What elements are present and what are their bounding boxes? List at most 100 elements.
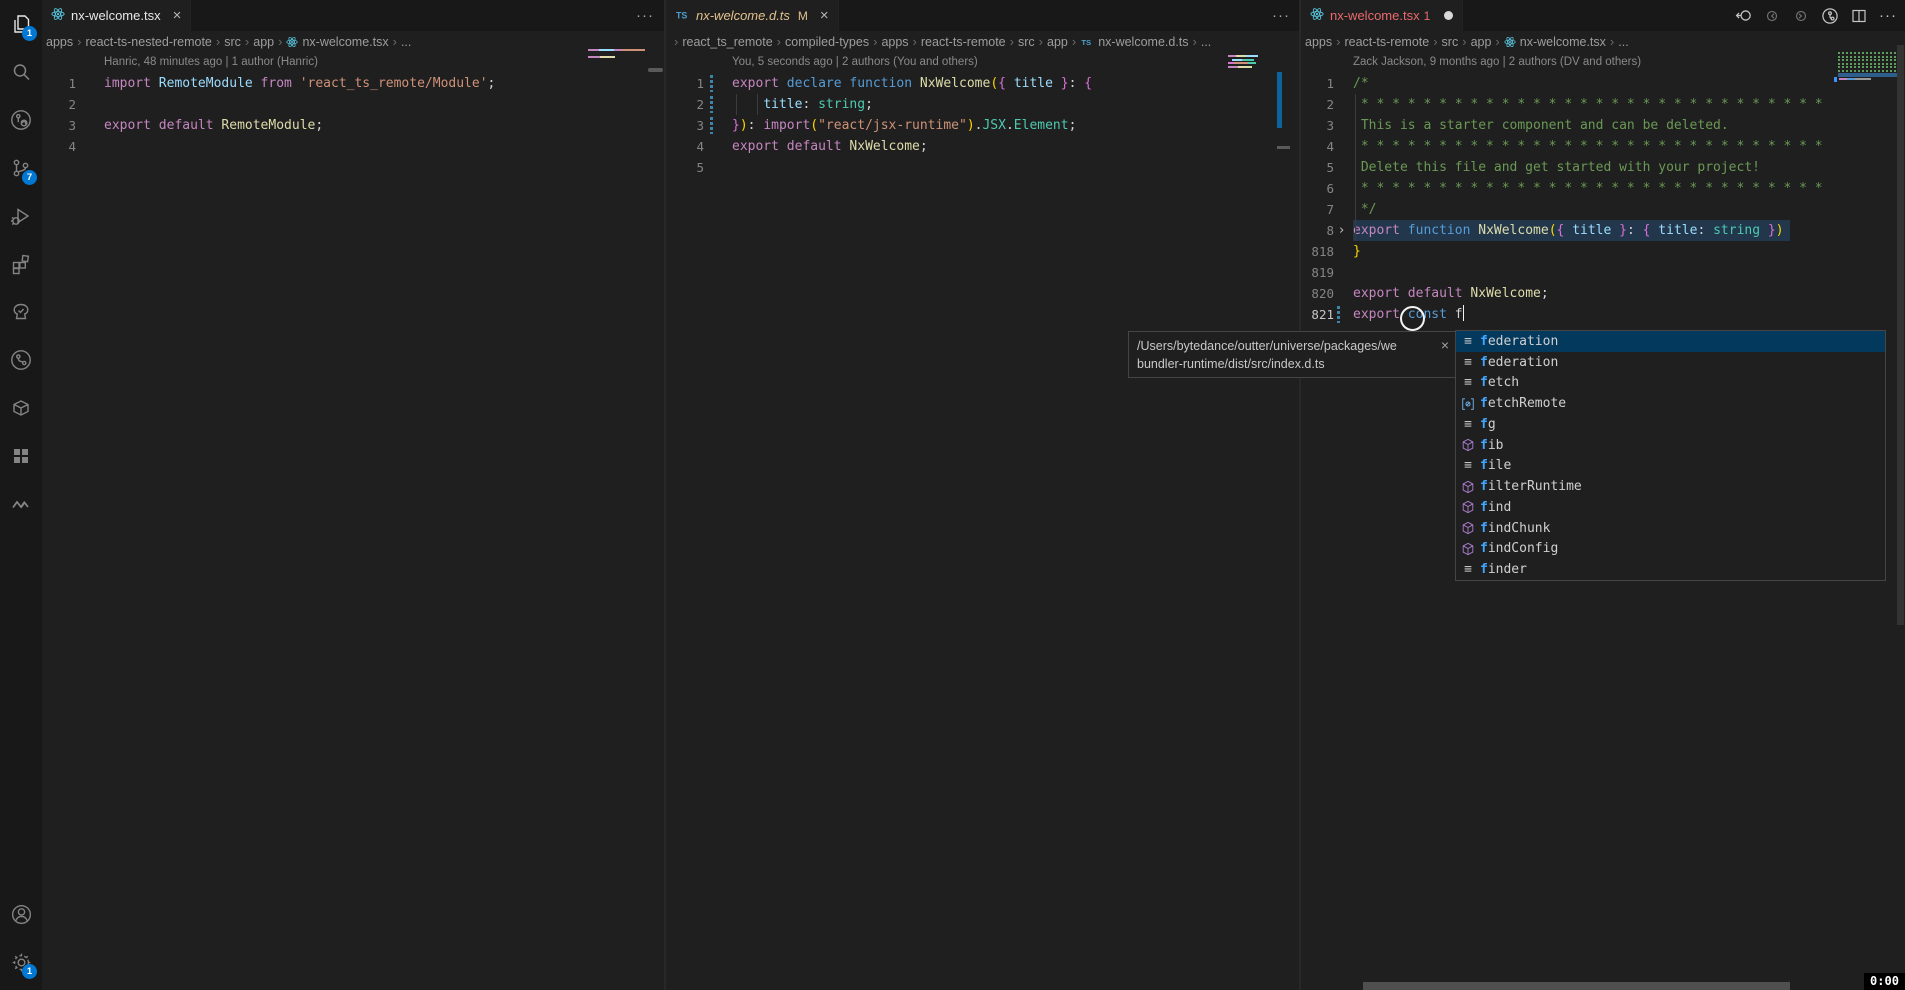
vertical-scrollbar-3[interactable]	[1897, 45, 1904, 625]
breadcrumb-item[interactable]: app	[1471, 35, 1492, 49]
activity-circle-branch-icon[interactable]	[0, 336, 42, 384]
code-line[interactable]: 1export declare function NxWelcome({ tit…	[666, 73, 1300, 94]
suggestion-fetchRemote[interactable]: fetchRemote	[1456, 393, 1885, 414]
blame-codelens[interactable]: Zack Jackson, 9 months ago | 2 authors (…	[1301, 52, 1905, 73]
minimap-2-line[interactable]	[1228, 55, 1258, 57]
breadcrumb-item[interactable]: ...	[401, 35, 411, 49]
nav-back-circle-icon[interactable]	[1734, 7, 1752, 25]
suggestion-fetch[interactable]: ≡fetch	[1456, 373, 1885, 394]
breadcrumb-item[interactable]: ...	[1201, 35, 1211, 49]
tab-nx-welcome-tsx-3[interactable]: nx-welcome.tsx 1	[1301, 0, 1463, 31]
breadcrumb-item[interactable]: nx-welcome.d.ts	[1098, 35, 1188, 49]
blame-codelens[interactable]: You, 5 seconds ago | 2 authors (You and …	[666, 52, 1300, 73]
activity-extensions-icon[interactable]	[0, 240, 42, 288]
activity-search-icon[interactable]	[0, 48, 42, 96]
code-line[interactable]: 7 */	[1301, 199, 1905, 220]
breadcrumb-item[interactable]: src	[224, 35, 241, 49]
code-line[interactable]: 820export default NxWelcome;	[1301, 283, 1905, 304]
activity-source-control-icon[interactable]: 7	[0, 144, 42, 192]
breadcrumb-item[interactable]: app	[1047, 35, 1068, 49]
suggestion-finder[interactable]: ≡finder	[1456, 559, 1885, 580]
code-line[interactable]: 2	[42, 94, 664, 115]
editor-2[interactable]: You, 5 seconds ago | 2 authors (You and …	[666, 52, 1300, 178]
breadcrumb-item[interactable]: react-ts-remote	[1344, 35, 1429, 49]
suggestion-find[interactable]: find	[1456, 497, 1885, 518]
activity-grid-icon[interactable]	[0, 432, 42, 480]
code-line[interactable]: 3export default RemoteModule;	[42, 115, 664, 136]
blame-codelens[interactable]: Hanric, 48 minutes ago | 1 author (Hanri…	[42, 52, 664, 73]
code-text: * * * * * * * * * * * * * * * * * * * * …	[1353, 136, 1823, 157]
breadcrumb-item[interactable]: app	[253, 35, 274, 49]
breadcrumb-item[interactable]: react-ts-remote	[921, 35, 1006, 49]
circle-left-arrow-icon[interactable]	[1763, 7, 1781, 25]
suggestion-federation[interactable]: ≡federation	[1456, 331, 1885, 352]
svg-text:TS: TS	[676, 10, 687, 20]
code-line[interactable]: 819	[1301, 262, 1905, 283]
code-line[interactable]: 6 * * * * * * * * * * * * * * * * * * * …	[1301, 178, 1905, 199]
suggestion-file[interactable]: ≡file	[1456, 456, 1885, 477]
activity-explorer-icon[interactable]: 1	[0, 0, 42, 48]
breadcrumb-item[interactable]: react_ts_remote	[682, 35, 772, 49]
more-icon[interactable]: ···	[1879, 7, 1897, 25]
breadcrumb[interactable]: apps›react-ts-remote›src›app›nx-welcome.…	[1301, 31, 1905, 52]
activity-zigzag-icon[interactable]	[0, 480, 42, 528]
code-line[interactable]: 818}	[1301, 241, 1905, 262]
code-line[interactable]: 4	[42, 136, 664, 157]
more-actions-icon[interactable]: ···	[1272, 7, 1290, 25]
breadcrumb-item[interactable]: apps	[46, 35, 73, 49]
code-line[interactable]: 5	[666, 157, 1300, 178]
horizontal-scrollbar-3[interactable]	[1363, 982, 1790, 990]
breadcrumb-item[interactable]: src	[1018, 35, 1035, 49]
code-line[interactable]: 8›export function NxWelcome({ title }: {…	[1301, 220, 1905, 241]
breadcrumb-item[interactable]: src	[1442, 35, 1459, 49]
scroll-dash-2[interactable]	[1277, 146, 1290, 149]
timeline-branch-icon[interactable]	[1821, 7, 1839, 25]
code-line[interactable]: 1/*	[1301, 73, 1905, 94]
breadcrumb-item[interactable]: react-ts-nested-remote	[85, 35, 211, 49]
code-line[interactable]: 2 * * * * * * * * * * * * * * * * * * * …	[1301, 94, 1905, 115]
tab-nx-welcome-dts[interactable]: TS nx-welcome.d.ts M ×	[666, 0, 839, 31]
close-icon[interactable]: ×	[1441, 337, 1449, 373]
code-line[interactable]: 3}): import("react/jsx-runtime").JSX.Ele…	[666, 115, 1300, 136]
activity-run-debug-icon[interactable]	[0, 192, 42, 240]
breadcrumb-item[interactable]: compiled-types	[785, 35, 869, 49]
code-line[interactable]: 3 This is a starter component and can be…	[1301, 115, 1905, 136]
activity-remote-branch-icon[interactable]	[0, 96, 42, 144]
dirty-indicator-icon[interactable]	[1444, 11, 1453, 20]
breadcrumb-item[interactable]: apps	[881, 35, 908, 49]
suggestion-findConfig[interactable]: findConfig	[1456, 539, 1885, 560]
suggestion-fg[interactable]: ≡fg	[1456, 414, 1885, 435]
more-actions-icon[interactable]: ···	[636, 7, 654, 25]
code-line[interactable]: 4export default NxWelcome;	[666, 136, 1300, 157]
breadcrumb-item[interactable]: nx-welcome.tsx	[1520, 35, 1606, 49]
split-editor-icon[interactable]	[1850, 7, 1868, 25]
code-line[interactable]: 1import RemoteModule from 'react_ts_remo…	[42, 73, 664, 94]
suggestion-fib[interactable]: fib	[1456, 435, 1885, 456]
activity-cube-icon[interactable]	[0, 384, 42, 432]
breadcrumb[interactable]: apps›react-ts-nested-remote›src›app›nx-w…	[42, 31, 664, 52]
scroll-dash-1[interactable]	[648, 68, 663, 72]
tab-nx-welcome-tsx-1[interactable]: nx-welcome.tsx ×	[42, 0, 191, 31]
suggestion-findChunk[interactable]: findChunk	[1456, 518, 1885, 539]
activity-settings-icon[interactable]: 1	[0, 938, 42, 986]
close-icon[interactable]: ×	[820, 8, 829, 23]
code-line[interactable]: 5 Delete this file and get started with …	[1301, 157, 1905, 178]
breadcrumb[interactable]: ›react_ts_remote›compiled-types›apps›rea…	[666, 31, 1300, 52]
activity-tree-tool-icon[interactable]	[0, 288, 42, 336]
suggestion-filterRuntime[interactable]: filterRuntime	[1456, 476, 1885, 497]
circle-right-arrow-icon[interactable]	[1792, 7, 1810, 25]
activity-account-icon[interactable]	[0, 890, 42, 938]
breadcrumb-item[interactable]: nx-welcome.tsx	[302, 35, 388, 49]
editor-1[interactable]: Hanric, 48 minutes ago | 1 author (Hanri…	[42, 52, 664, 157]
suggestion-federation[interactable]: ≡federation	[1456, 352, 1885, 373]
editor-3[interactable]: Zack Jackson, 9 months ago | 2 authors (…	[1301, 52, 1905, 325]
code-line[interactable]: 821export const f	[1301, 304, 1905, 325]
minimap-3[interactable]	[1838, 52, 1896, 54]
code-line[interactable]: 4 * * * * * * * * * * * * * * * * * * * …	[1301, 136, 1905, 157]
fold-chevron-icon[interactable]: ›	[1334, 220, 1349, 241]
minimap-1[interactable]	[588, 49, 645, 51]
close-icon[interactable]: ×	[173, 8, 182, 23]
code-line[interactable]: 2 title: string;	[666, 94, 1300, 115]
breadcrumb-item[interactable]: ...	[1618, 35, 1628, 49]
breadcrumb-item[interactable]: apps	[1305, 35, 1332, 49]
